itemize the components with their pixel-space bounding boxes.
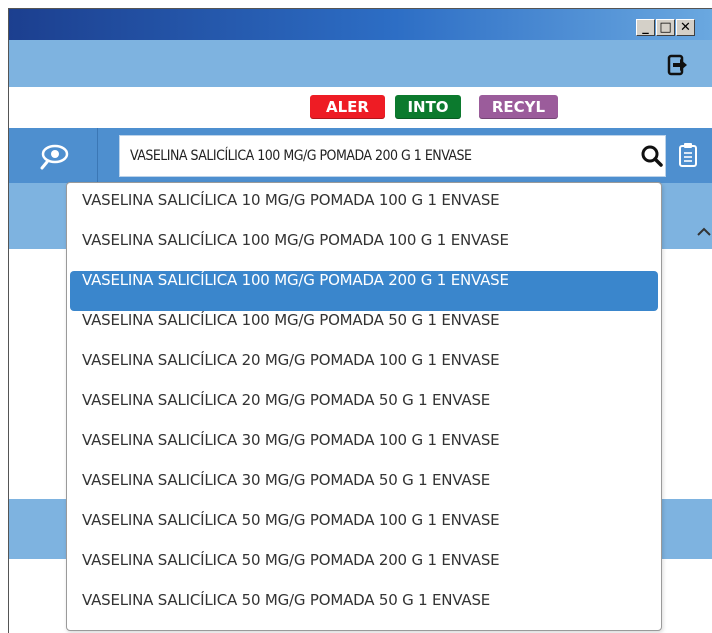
- dropdown-option[interactable]: VASELINA SALICÍLICA 30 MG/G POMADA 100 G…: [70, 431, 658, 471]
- dropdown-option[interactable]: VASELINA SALICÍLICA 10 MG/G POMADA 100 G…: [70, 191, 658, 231]
- search-input[interactable]: VASELINA SALICÍLICA 100 MG/G POMADA 200 …: [119, 135, 666, 177]
- dropdown-option[interactable]: VASELINA SALICÍLICA 100 MG/G POMADA 100 …: [70, 231, 658, 271]
- maximize-button[interactable]: □: [656, 19, 675, 36]
- aler-badge[interactable]: ALER: [310, 95, 385, 119]
- dropdown-option[interactable]: VASELINA SALICÍLICA 50 MG/G POMADA 200 G…: [70, 551, 658, 591]
- status-badge-row: ALER INTO RECYL: [9, 87, 712, 128]
- recyl-badge[interactable]: RECYL: [479, 95, 558, 119]
- dropdown-option[interactable]: VASELINA SALICÍLICA 100 MG/G POMADA 50 G…: [70, 311, 658, 351]
- search-bar: VASELINA SALICÍLICA 100 MG/G POMADA 200 …: [9, 128, 712, 183]
- magnifier-icon[interactable]: [640, 144, 664, 168]
- dropdown-option[interactable]: VASELINA SALICÍLICA 100 MG/G POMADA 200 …: [70, 271, 658, 311]
- eye-search-icon: [40, 144, 69, 170]
- exit-door-icon[interactable]: [667, 54, 689, 76]
- minimize-button[interactable]: _: [636, 19, 655, 36]
- dropdown-option[interactable]: VASELINA SALICÍLICA 50 MG/G POMADA 50 G …: [70, 591, 658, 631]
- dropdown-option[interactable]: VASELINA SALICÍLICA 30 MG/G POMADA 50 G …: [70, 471, 658, 511]
- close-button[interactable]: ✕: [676, 19, 695, 36]
- top-toolbar: [9, 40, 712, 87]
- dropdown-option[interactable]: VASELINA SALICÍLICA 20 MG/G POMADA 100 G…: [70, 351, 658, 391]
- dropdown-option[interactable]: VASELINA SALICÍLICA 50 MG/G POMADA 100 G…: [70, 511, 658, 551]
- dropdown-option[interactable]: VASELINA SALICÍLICA 20 MG/G POMADA 50 G …: [70, 391, 658, 431]
- autocomplete-list: VASELINA SALICÍLICA 10 MG/G POMADA 100 G…: [67, 183, 661, 631]
- scroll-up-chevron-icon[interactable]: [694, 215, 712, 245]
- eye-search-button[interactable]: [9, 128, 98, 183]
- autocomplete-dropdown: VASELINA SALICÍLICA 10 MG/G POMADA 100 G…: [66, 182, 662, 631]
- search-input-value: VASELINA SALICÍLICA 100 MG/G POMADA 200 …: [130, 148, 472, 164]
- blank-badge: [272, 94, 296, 118]
- clipboard-icon[interactable]: [677, 142, 699, 168]
- window-titlebar[interactable]: _ □ ✕: [9, 9, 712, 40]
- into-badge[interactable]: INTO: [395, 95, 461, 119]
